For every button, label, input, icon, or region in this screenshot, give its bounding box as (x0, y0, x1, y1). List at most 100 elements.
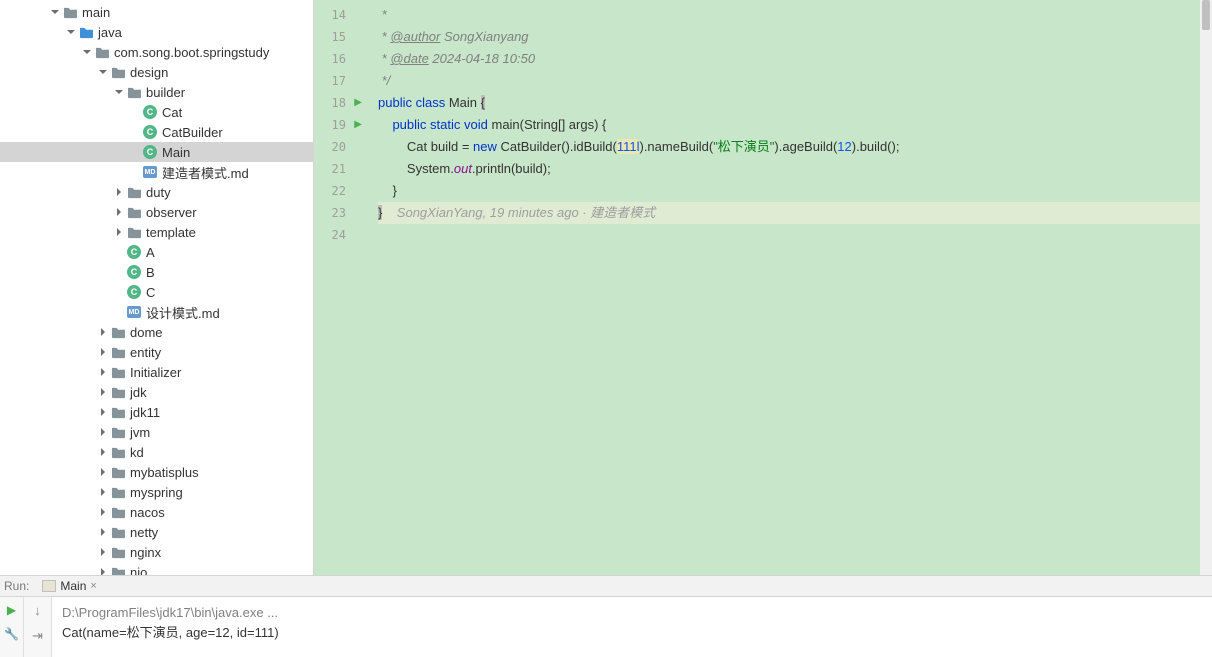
tree-item[interactable]: design (0, 62, 313, 82)
line-number: 21 (314, 158, 364, 180)
tree-item[interactable]: nio (0, 562, 313, 575)
wrench-icon[interactable]: 🔧 (4, 627, 19, 641)
tree-item[interactable]: nginx (0, 542, 313, 562)
tree-item[interactable]: CMain (0, 142, 313, 162)
tree-item-label: duty (146, 185, 171, 200)
tree-twisty[interactable] (96, 387, 110, 397)
tree-item-label: jvm (130, 425, 150, 440)
tree-item[interactable]: java (0, 22, 313, 42)
run-tab[interactable]: Main × (39, 579, 99, 593)
tree-item-label: design (130, 65, 168, 80)
console-toolbar-left: ▶ 🔧 (0, 597, 24, 657)
package-icon (110, 324, 126, 340)
tree-item[interactable]: nacos (0, 502, 313, 522)
tree-twisty[interactable] (96, 467, 110, 477)
tree-item[interactable]: myspring (0, 482, 313, 502)
run-tab-label: Main (60, 579, 86, 593)
tree-item[interactable]: template (0, 222, 313, 242)
tree-item-label: nacos (130, 505, 165, 520)
run-gutter-icon[interactable]: ▶ (354, 92, 362, 114)
tree-twisty[interactable] (96, 547, 110, 557)
tree-item-label: Main (162, 145, 190, 160)
code-lens: SongXianYang, 19 minutes ago · 建造者模式 (382, 205, 655, 220)
tree-item[interactable]: dome (0, 322, 313, 342)
tree-item[interactable]: duty (0, 182, 313, 202)
tree-twisty[interactable] (96, 347, 110, 357)
tree-item[interactable]: CC (0, 282, 313, 302)
tree-item[interactable]: com.song.boot.springstudy (0, 42, 313, 62)
editor-gutter: 1415161718▶19▶2021222324 (314, 0, 364, 575)
tree-item-label: kd (130, 445, 144, 460)
tree-twisty[interactable] (48, 7, 62, 17)
tree-item[interactable]: CCatBuilder (0, 122, 313, 142)
tree-twisty[interactable] (96, 527, 110, 537)
tree-item[interactable]: builder (0, 82, 313, 102)
tree-item[interactable]: kd (0, 442, 313, 462)
folder-icon (78, 24, 94, 40)
step-icon[interactable]: ⇥ (32, 628, 43, 644)
tree-item-label: com.song.boot.springstudy (114, 45, 269, 60)
tree-item[interactable]: jdk (0, 382, 313, 402)
class-run-icon: C (126, 284, 142, 300)
tree-item-label: Initializer (130, 365, 181, 380)
line-number: 16 (314, 48, 364, 70)
tree-twisty[interactable] (96, 67, 110, 77)
tree-item-label: java (98, 25, 122, 40)
tree-item-label: nio (130, 565, 147, 576)
tree-twisty[interactable] (112, 207, 126, 217)
folder-icon (62, 4, 78, 20)
tree-twisty[interactable] (112, 227, 126, 237)
tree-item[interactable]: CB (0, 262, 313, 282)
line-number: 17 (314, 70, 364, 92)
run-gutter-icon[interactable]: ▶ (354, 114, 362, 136)
console-output[interactable]: D:\ProgramFiles\jdk17\bin\java.exe ... C… (52, 597, 1212, 657)
tree-item[interactable]: MD设计模式.md (0, 302, 313, 322)
package-icon (110, 384, 126, 400)
package-icon (110, 344, 126, 360)
tree-twisty[interactable] (96, 367, 110, 377)
tree-item[interactable]: jdk11 (0, 402, 313, 422)
line-number: 20 (314, 136, 364, 158)
package-icon (126, 184, 142, 200)
run-tool-header: Run: Main × (0, 575, 1212, 597)
editor-scrollbar[interactable] (1200, 0, 1212, 575)
tree-item[interactable]: mybatisplus (0, 462, 313, 482)
tree-twisty[interactable] (112, 187, 126, 197)
close-icon[interactable]: × (90, 580, 96, 592)
tree-item[interactable]: MD建造者模式.md (0, 162, 313, 182)
tree-item[interactable]: entity (0, 342, 313, 362)
tree-twisty[interactable] (96, 507, 110, 517)
tree-item[interactable]: CA (0, 242, 313, 262)
code-area[interactable]: * * @author SongXianyang * @date 2024-04… (378, 0, 1212, 575)
run-icon[interactable]: ▶ (7, 603, 16, 617)
tree-item[interactable]: jvm (0, 422, 313, 442)
tree-twisty[interactable] (96, 407, 110, 417)
tree-twisty[interactable] (96, 447, 110, 457)
package-icon (110, 64, 126, 80)
tree-item-label: mybatisplus (130, 465, 199, 480)
code-editor[interactable]: 1415161718▶19▶2021222324 * * @author Son… (314, 0, 1212, 575)
console-result: Cat(name=松下演员, age=12, id=111) (62, 623, 1202, 643)
tree-item[interactable]: Initializer (0, 362, 313, 382)
tree-item[interactable]: CCat (0, 102, 313, 122)
tree-item-label: jdk11 (130, 405, 160, 420)
tree-twisty[interactable] (80, 47, 94, 57)
package-icon (126, 224, 142, 240)
tree-item-label: 设计模式.md (146, 303, 220, 322)
tree-twisty[interactable] (96, 487, 110, 497)
project-tree[interactable]: main java com.song.boot.springstudy design b… (0, 0, 314, 575)
package-icon (110, 464, 126, 480)
package-icon (110, 524, 126, 540)
tree-twisty[interactable] (96, 427, 110, 437)
package-icon (110, 364, 126, 380)
tree-item[interactable]: observer (0, 202, 313, 222)
tree-item[interactable]: netty (0, 522, 313, 542)
line-number: 19▶ (314, 114, 364, 136)
tree-twisty[interactable] (96, 327, 110, 337)
tree-twisty[interactable] (96, 567, 110, 575)
tree-item[interactable]: main (0, 2, 313, 22)
tree-twisty[interactable] (112, 87, 126, 97)
package-icon (110, 544, 126, 560)
down-arrow-icon[interactable]: ↓ (34, 603, 41, 618)
tree-twisty[interactable] (64, 27, 78, 37)
